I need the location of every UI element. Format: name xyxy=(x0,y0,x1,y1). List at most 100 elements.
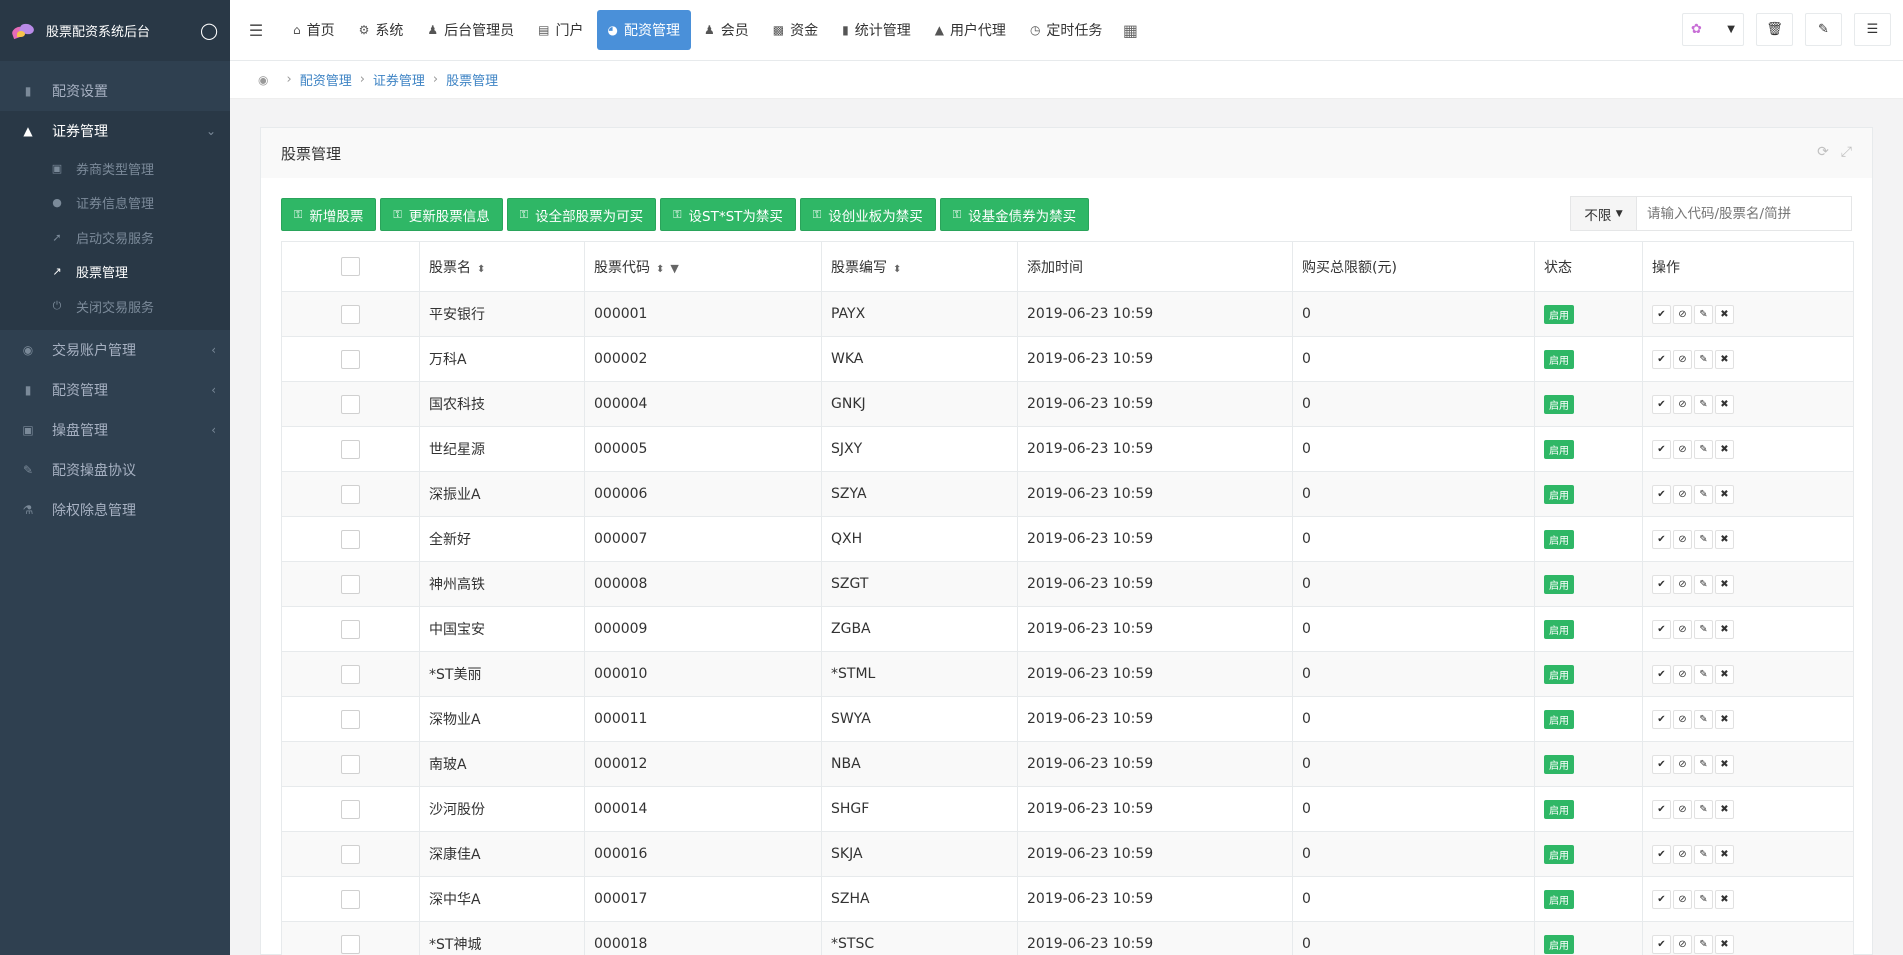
header-stock-abbr[interactable]: 股票编写 ⬍ xyxy=(821,241,1018,292)
filter-select[interactable]: 不限 ▼ xyxy=(1571,197,1637,230)
edit-pencil-icon[interactable]: ✎ xyxy=(1694,754,1713,774)
delete-x-icon[interactable]: ✖ xyxy=(1715,664,1734,684)
edit-pencil-icon[interactable]: ✎ xyxy=(1694,349,1713,369)
disable-ban-icon[interactable]: ⊘ xyxy=(1673,349,1692,369)
edit-pencil-icon[interactable]: ✎ xyxy=(1694,889,1713,909)
tab-scheduled-tasks[interactable]: ◷ 定时任务 xyxy=(1019,10,1113,50)
hamburger-menu-icon[interactable]: ☰ xyxy=(230,0,282,61)
delete-x-icon[interactable]: ✖ xyxy=(1715,304,1734,324)
enable-check-icon[interactable]: ✔ xyxy=(1652,304,1671,324)
select-all-checkbox[interactable] xyxy=(341,257,360,276)
sort-icon[interactable]: ⬍ xyxy=(893,264,901,275)
tab-members[interactable]: ♟ 会员 xyxy=(693,10,760,50)
delete-x-icon[interactable]: ✖ xyxy=(1715,529,1734,549)
enable-check-icon[interactable]: ✔ xyxy=(1652,484,1671,504)
row-checkbox[interactable] xyxy=(341,844,360,864)
disable-ban-icon[interactable]: ⊘ xyxy=(1673,754,1692,774)
grid-menu-icon[interactable]: ▦ xyxy=(1115,10,1145,50)
edit-pencil-icon[interactable]: ✎ xyxy=(1694,844,1713,864)
enable-check-icon[interactable]: ✔ xyxy=(1652,844,1671,864)
fullscreen-icon[interactable]: ⤢ xyxy=(1841,144,1852,160)
delete-x-icon[interactable]: ✖ xyxy=(1715,394,1734,414)
edit-pencil-icon[interactable]: ✎ xyxy=(1694,619,1713,639)
user-menu-button[interactable]: ✿ ▼ xyxy=(1682,13,1744,46)
search-input[interactable] xyxy=(1637,197,1851,230)
sidebar-item-agreement[interactable]: ✎ 配资操盘协议 xyxy=(0,450,230,490)
clear-cache-button[interactable]: 🗑 xyxy=(1756,13,1793,46)
tab-portal[interactable]: ▤ 门户 xyxy=(527,10,594,50)
row-checkbox[interactable] xyxy=(341,754,360,774)
refresh-icon[interactable]: ⟳ xyxy=(1817,144,1829,160)
disable-ban-icon[interactable]: ⊘ xyxy=(1673,934,1692,954)
tab-system[interactable]: ⚙ 系统 xyxy=(348,10,415,50)
enable-check-icon[interactable]: ✔ xyxy=(1652,889,1671,909)
settings-panel-button[interactable]: ☰ xyxy=(1854,13,1891,46)
row-checkbox[interactable] xyxy=(341,484,360,504)
disable-ban-icon[interactable]: ⊘ xyxy=(1673,889,1692,909)
disable-ban-icon[interactable]: ⊘ xyxy=(1673,844,1692,864)
row-checkbox[interactable] xyxy=(341,934,360,954)
enable-check-icon[interactable]: ✔ xyxy=(1652,349,1671,369)
sidebar-subitem-stock-management[interactable]: ↗ 股票管理 xyxy=(0,255,230,290)
delete-x-icon[interactable]: ✖ xyxy=(1715,934,1734,954)
sidebar-item-trading-ops[interactable]: ▣ 操盘管理 ‹ xyxy=(0,410,230,450)
row-checkbox[interactable] xyxy=(341,394,360,414)
sort-icon[interactable]: ⬍ xyxy=(656,264,664,275)
set-st-forbidden-button[interactable]: ⚿ 设ST*ST为禁买 xyxy=(660,198,796,231)
disable-ban-icon[interactable]: ⊘ xyxy=(1673,439,1692,459)
edit-pencil-icon[interactable]: ✎ xyxy=(1694,799,1713,819)
sidebar-subitem-start-trading[interactable]: ➚ 启动交易服务 xyxy=(0,220,230,255)
delete-x-icon[interactable]: ✖ xyxy=(1715,619,1734,639)
delete-x-icon[interactable]: ✖ xyxy=(1715,349,1734,369)
delete-x-icon[interactable]: ✖ xyxy=(1715,889,1734,909)
edit-profile-button[interactable]: ✎ xyxy=(1805,13,1842,46)
enable-check-icon[interactable]: ✔ xyxy=(1652,439,1671,459)
edit-pencil-icon[interactable]: ✎ xyxy=(1694,304,1713,324)
row-checkbox[interactable] xyxy=(341,709,360,729)
delete-x-icon[interactable]: ✖ xyxy=(1715,709,1734,729)
delete-x-icon[interactable]: ✖ xyxy=(1715,799,1734,819)
sidebar-item-ex-rights[interactable]: ⚗ 除权除息管理 xyxy=(0,490,230,530)
row-checkbox[interactable] xyxy=(341,304,360,324)
sidebar-item-trading-accounts[interactable]: ◉ 交易账户管理 ‹ xyxy=(0,330,230,370)
disable-ban-icon[interactable]: ⊘ xyxy=(1673,664,1692,684)
breadcrumb-item[interactable]: 配资管理 xyxy=(300,70,352,89)
tab-agents[interactable]: ▲ 用户代理 xyxy=(924,10,1017,50)
row-checkbox[interactable] xyxy=(341,889,360,909)
sort-icon[interactable]: ⬍ xyxy=(477,264,485,275)
header-stock-code[interactable]: 股票代码 ⬍ ▼ xyxy=(584,241,822,292)
tab-admins[interactable]: ♟ 后台管理员 xyxy=(416,10,525,50)
edit-pencil-icon[interactable]: ✎ xyxy=(1694,439,1713,459)
row-checkbox[interactable] xyxy=(341,529,360,549)
delete-x-icon[interactable]: ✖ xyxy=(1715,439,1734,459)
set-fund-bond-forbidden-button[interactable]: ⚿ 设基金债券为禁买 xyxy=(939,198,1090,231)
breadcrumb-item[interactable]: 证券管理 xyxy=(373,70,425,89)
enable-check-icon[interactable]: ✔ xyxy=(1652,394,1671,414)
enable-check-icon[interactable]: ✔ xyxy=(1652,664,1671,684)
disable-ban-icon[interactable]: ⊘ xyxy=(1673,799,1692,819)
edit-pencil-icon[interactable]: ✎ xyxy=(1694,709,1713,729)
breadcrumb-item[interactable]: 股票管理 xyxy=(446,70,498,89)
edit-pencil-icon[interactable]: ✎ xyxy=(1694,664,1713,684)
delete-x-icon[interactable]: ✖ xyxy=(1715,754,1734,774)
edit-pencil-icon[interactable]: ✎ xyxy=(1694,394,1713,414)
enable-check-icon[interactable]: ✔ xyxy=(1652,934,1671,954)
edit-pencil-icon[interactable]: ✎ xyxy=(1694,484,1713,504)
delete-x-icon[interactable]: ✖ xyxy=(1715,574,1734,594)
edit-pencil-icon[interactable]: ✎ xyxy=(1694,934,1713,954)
enable-check-icon[interactable]: ✔ xyxy=(1652,709,1671,729)
delete-x-icon[interactable]: ✖ xyxy=(1715,844,1734,864)
enable-check-icon[interactable]: ✔ xyxy=(1652,529,1671,549)
disable-ban-icon[interactable]: ⊘ xyxy=(1673,394,1692,414)
row-checkbox[interactable] xyxy=(341,664,360,684)
disable-ban-icon[interactable]: ⊘ xyxy=(1673,304,1692,324)
row-checkbox[interactable] xyxy=(341,574,360,594)
enable-check-icon[interactable]: ✔ xyxy=(1652,619,1671,639)
disable-ban-icon[interactable]: ⊘ xyxy=(1673,619,1692,639)
row-checkbox[interactable] xyxy=(341,799,360,819)
disable-ban-icon[interactable]: ⊘ xyxy=(1673,484,1692,504)
sidebar-subitem-securities-info[interactable]: ● 证券信息管理 xyxy=(0,186,230,221)
update-stock-info-button[interactable]: ⚿ 更新股票信息 xyxy=(380,198,503,231)
disable-ban-icon[interactable]: ⊘ xyxy=(1673,709,1692,729)
droplet-icon[interactable]: ◯ xyxy=(200,21,218,40)
